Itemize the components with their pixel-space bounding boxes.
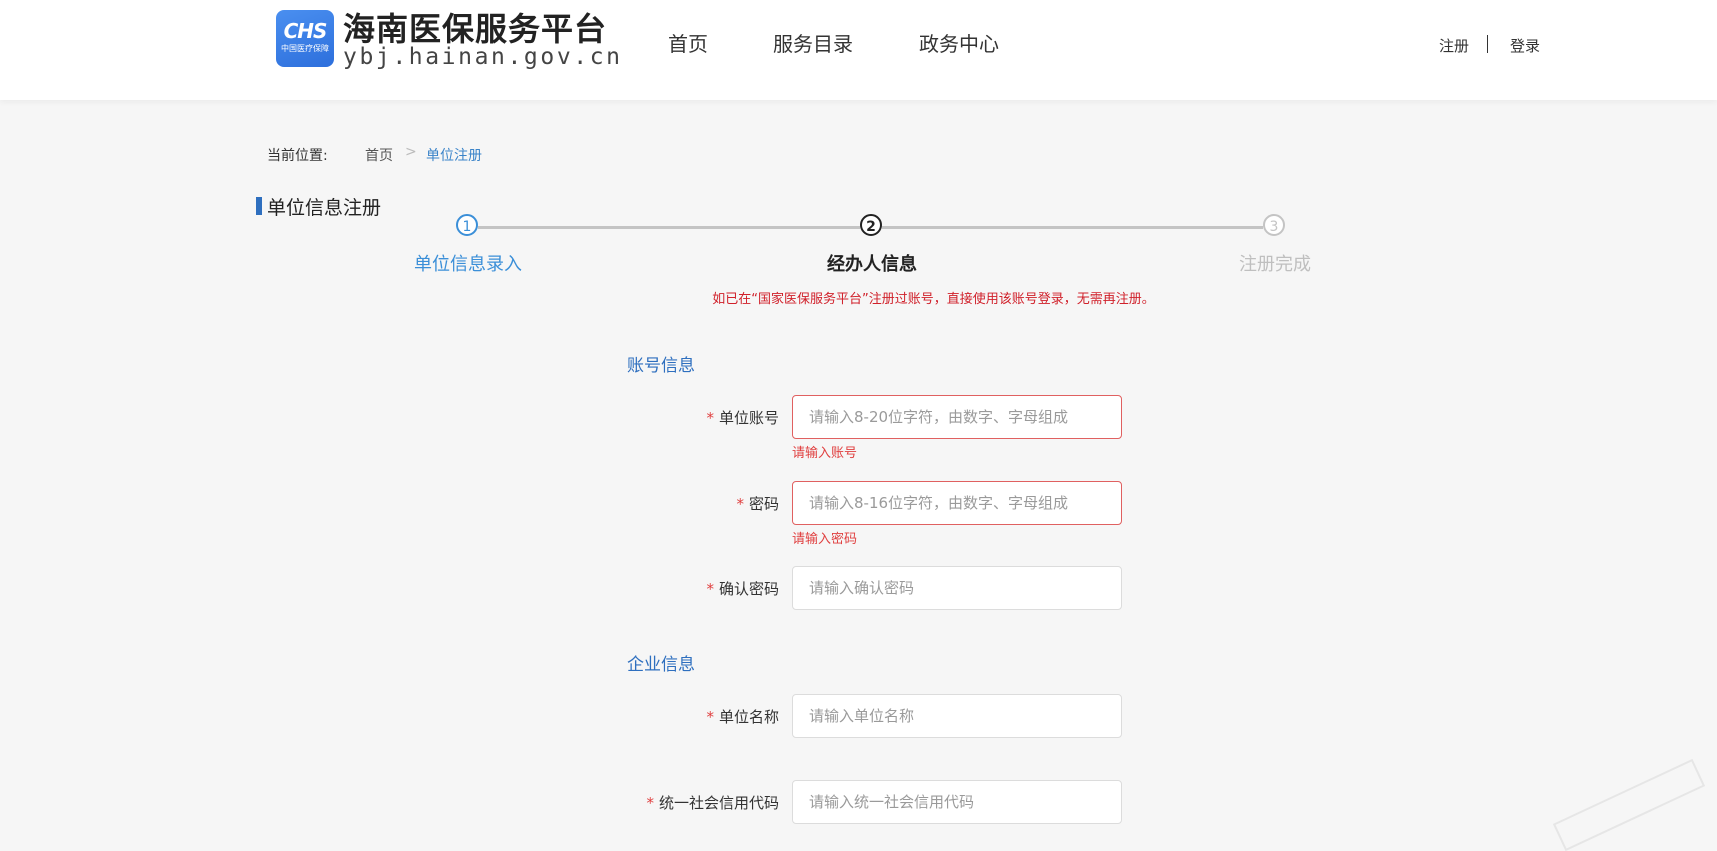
credit-code-label: * 统一社会信用代码 [646, 794, 779, 812]
account-error: 请输入账号 [792, 446, 858, 461]
confirm-password-label: * 确认密码 [706, 580, 779, 598]
site-url: ybj.hainan.gov.cn [343, 44, 623, 70]
auth-divider [1487, 35, 1488, 53]
password-label: * 密码 [736, 495, 779, 513]
register-link[interactable]: 注册 [1439, 35, 1469, 56]
breadcrumb-label: 当前位置: [267, 148, 328, 164]
credit-code-input[interactable] [792, 780, 1122, 824]
nav-service-catalog[interactable]: 服务目录 [773, 28, 853, 57]
password-input[interactable] [792, 481, 1122, 525]
page-title: 单位信息注册 [267, 197, 382, 219]
password-error: 请输入密码 [792, 532, 858, 547]
step-2-label: 经办人信息 [827, 254, 917, 275]
step-3-label: 注册完成 [1239, 254, 1311, 275]
logo-subtext: 中国医疗保障 [281, 44, 329, 53]
account-input[interactable] [792, 395, 1122, 439]
required-mark: * [706, 580, 714, 598]
step-connector [478, 226, 860, 229]
login-link[interactable]: 登录 [1510, 35, 1540, 56]
step-3-indicator: 3 [1263, 214, 1285, 236]
chevron-right-icon: > [405, 144, 417, 160]
nav-home[interactable]: 首页 [668, 28, 708, 57]
watermark [1552, 758, 1706, 851]
required-mark: * [706, 708, 714, 726]
logo-text: CHS [283, 19, 328, 43]
nav-government-center[interactable]: 政务中心 [919, 28, 999, 57]
breadcrumb-current: 单位注册 [426, 148, 482, 164]
chs-logo[interactable]: CHS 中国医疗保障 [276, 10, 334, 67]
account-group-title: 账号信息 [627, 356, 695, 376]
breadcrumb-home[interactable]: 首页 [365, 145, 393, 165]
step-connector [882, 226, 1263, 229]
required-mark: * [736, 495, 744, 513]
account-label: * 单位账号 [706, 409, 779, 427]
company-name-label: * 单位名称 [706, 708, 779, 726]
registration-notice: 如已在“国家医保服务平台”注册过账号，直接使用该账号登录，无需再注册。 [712, 292, 1155, 307]
confirm-password-input[interactable] [792, 566, 1122, 610]
required-mark: * [646, 794, 654, 812]
company-group-title: 企业信息 [627, 655, 695, 675]
step-1-indicator: 1 [456, 214, 478, 236]
step-1-label: 单位信息录入 [414, 254, 522, 275]
section-marker [256, 197, 262, 215]
step-2-indicator: 2 [860, 214, 882, 236]
required-mark: * [706, 409, 714, 427]
company-name-input[interactable] [792, 694, 1122, 738]
header: CHS 中国医疗保障 海南医保服务平台 ybj.hainan.gov.cn 首页… [0, 0, 1717, 100]
